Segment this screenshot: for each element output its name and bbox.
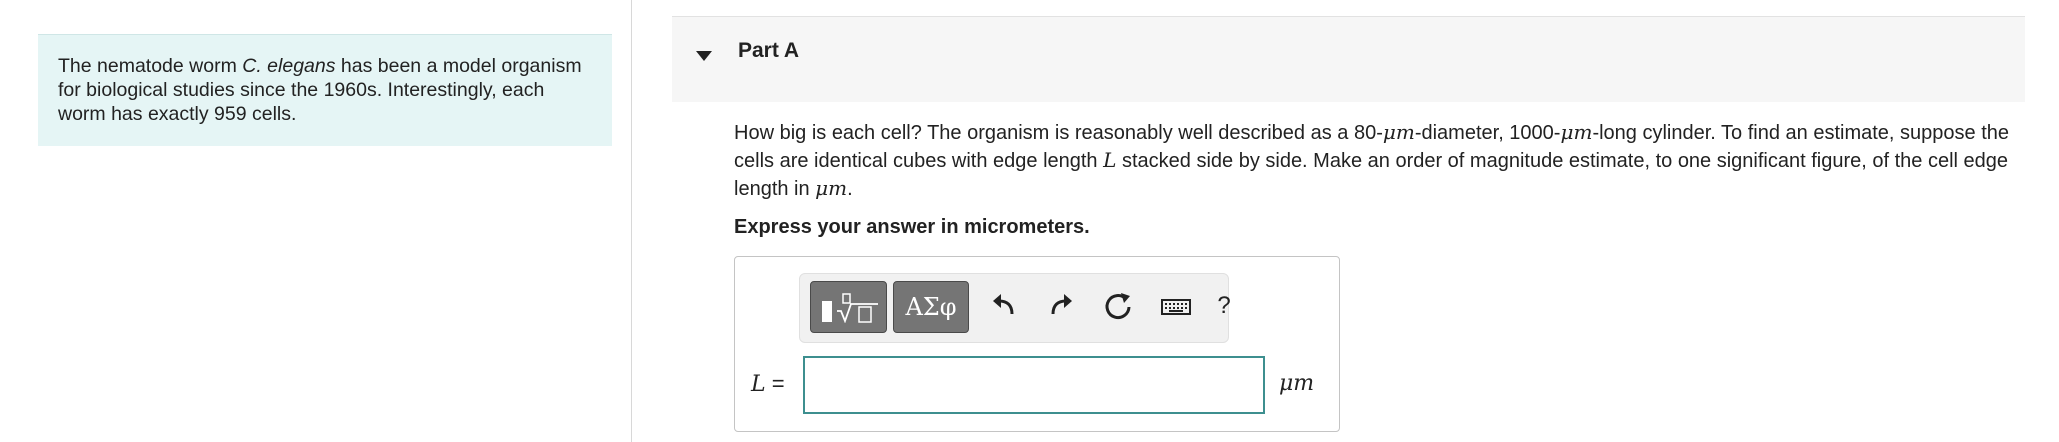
question-text: How big is each cell? The organism is re… (734, 119, 2024, 203)
help-button[interactable]: ? (1208, 290, 1240, 322)
templates-button[interactable] (810, 281, 887, 333)
question-t5: . (847, 178, 853, 200)
math-toolbar: ΑΣφ ? (799, 273, 1231, 343)
answer-unit: μm (1279, 371, 1315, 396)
intro-species: C. elegans (242, 55, 336, 77)
answer-box: ΑΣφ ? L = μm (734, 256, 1340, 432)
keyboard-icon[interactable] (1160, 290, 1192, 322)
caret-down-icon[interactable] (696, 51, 712, 61)
part-a-header[interactable]: Part A (672, 16, 2025, 102)
answer-instruction: Express your answer in micrometers. (734, 216, 1090, 238)
variable-l: L (1103, 148, 1117, 172)
redo-icon[interactable] (1045, 290, 1077, 322)
templates-icon (822, 293, 878, 323)
answer-variable-label: L = (751, 371, 785, 397)
equals-sign: = (771, 371, 785, 396)
intro-column: The nematode worm C. elegans has been a … (0, 0, 632, 442)
question-t1: How big is each cell? The organism is re… (734, 122, 1383, 144)
answer-input[interactable] (803, 356, 1265, 414)
page: The nematode worm C. elegans has been a … (0, 0, 2059, 442)
symbols-button[interactable]: ΑΣφ (893, 281, 969, 333)
answer-variable: L (751, 372, 766, 397)
intro-text-before: The nematode worm (58, 55, 243, 77)
undo-icon[interactable] (988, 290, 1020, 322)
unit-mu-3: μm (815, 176, 848, 200)
intro-box: The nematode worm C. elegans has been a … (38, 34, 612, 146)
part-title: Part A (738, 39, 800, 62)
question-t2: -diameter, 1000- (1414, 122, 1561, 144)
reset-icon[interactable] (1102, 290, 1134, 322)
unit-mu-2: μm (1560, 120, 1593, 144)
unit-mu-1: μm (1382, 120, 1415, 144)
